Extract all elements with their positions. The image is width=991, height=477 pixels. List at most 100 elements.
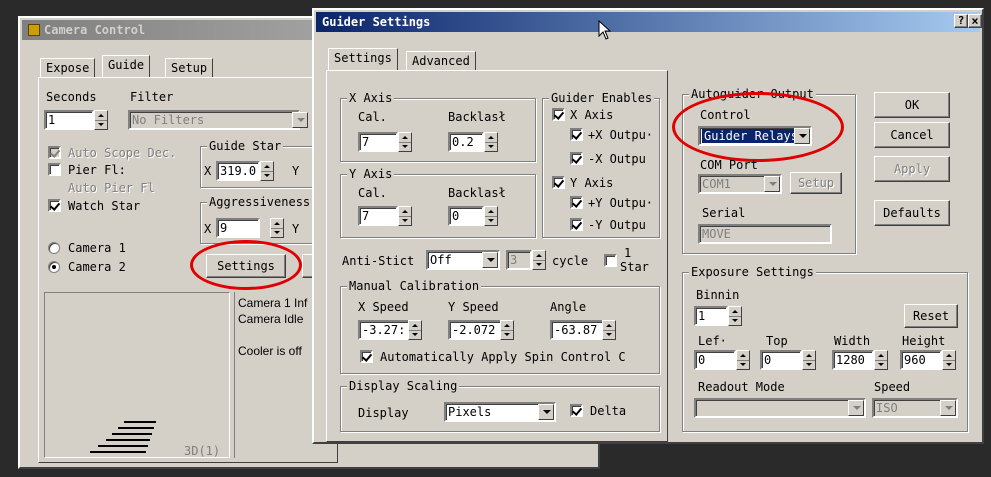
guide-x-spinner[interactable] — [260, 161, 274, 181]
x-backlash-spinner[interactable] — [484, 132, 498, 152]
tab-settings[interactable]: Settings — [328, 48, 398, 70]
guide-y-label: Y — [292, 164, 300, 178]
filter-select[interactable]: No Filters — [128, 110, 300, 130]
display-label: Display — [358, 406, 409, 420]
auto-spin-checkbox[interactable] — [360, 350, 373, 363]
com-port-dropdown-arrow[interactable] — [764, 176, 780, 192]
com-setup-button[interactable]: Setup — [790, 172, 842, 194]
angle-spinner[interactable] — [602, 320, 616, 340]
watch-star-checkbox[interactable] — [48, 199, 61, 212]
watch-star-label: Watch Star — [68, 199, 141, 213]
defaults-button[interactable]: Defaults — [874, 200, 950, 226]
y-backlash-spinner[interactable] — [484, 206, 498, 226]
height-input[interactable]: 960 — [900, 350, 942, 370]
tab-expose[interactable]: Expose — [40, 58, 96, 77]
enable-x-axis-label: X Axis — [570, 108, 614, 122]
camera1-label: Camera 1 — [68, 241, 126, 255]
x-speed-spinner[interactable] — [408, 320, 422, 340]
control-label: Control — [700, 108, 751, 122]
histogram-graphic — [90, 421, 156, 453]
tab-advanced[interactable]: Advanced — [406, 51, 476, 70]
pier-flip-label: Pier Fl: — [68, 163, 126, 177]
cancel-button[interactable]: Cancel — [874, 122, 950, 148]
auto-scope-dec-label: Auto Scope Dec. — [68, 146, 177, 160]
anti-stiction-dropdown-arrow[interactable] — [482, 252, 498, 268]
apply-button[interactable]: Apply — [874, 156, 950, 182]
display-dropdown-arrow[interactable] — [538, 404, 554, 420]
left-label: Lef· — [698, 334, 727, 348]
readout-mode-select[interactable] — [694, 398, 866, 418]
left-input[interactable]: 0 — [694, 350, 736, 370]
aggr-x-input[interactable]: 9 — [216, 218, 260, 238]
cycle-spinner[interactable] — [532, 250, 546, 270]
cycle-input[interactable]: 3 — [506, 250, 532, 270]
guide-x-input[interactable]: 319.0 — [216, 161, 260, 181]
help-button[interactable]: ? — [954, 14, 968, 28]
speed-dropdown-arrow[interactable] — [940, 400, 956, 416]
enable-plus-x-checkbox[interactable] — [570, 128, 583, 141]
angle-input[interactable]: -63.87 — [550, 320, 604, 340]
enable-minus-y-checkbox[interactable] — [570, 218, 583, 231]
close-button[interactable]: × — [968, 14, 982, 28]
x-cal-spinner[interactable] — [398, 132, 412, 152]
x-speed-input[interactable]: -3.27: — [358, 320, 412, 340]
y-cal-input[interactable]: 7 — [358, 206, 398, 226]
enable-minus-x-checkbox[interactable] — [570, 152, 583, 165]
top-input[interactable]: 0 — [760, 350, 802, 370]
one-star-label-1: 1 — [624, 246, 632, 260]
camera1-radio[interactable] — [48, 242, 60, 254]
aggr-y-label: Y — [292, 222, 300, 236]
enable-plus-y-checkbox[interactable] — [570, 196, 583, 209]
one-star-checkbox[interactable] — [604, 254, 617, 267]
auto-pier-flip-label: Auto Pier Fl — [68, 181, 155, 195]
ok-button[interactable]: OK — [874, 92, 950, 118]
left-spinner[interactable] — [736, 350, 750, 370]
x-cal-label: Cal. — [358, 110, 387, 124]
enable-plus-x-label: +X Outpu· — [588, 128, 654, 142]
binning-spinner[interactable] — [728, 306, 742, 326]
y-backlash-label: Backlasł — [448, 186, 506, 200]
status-line-1: Camera 1 Inf — [238, 296, 308, 310]
delta-checkbox[interactable] — [570, 404, 583, 417]
enable-y-axis-checkbox[interactable] — [552, 176, 565, 189]
enable-x-axis-checkbox[interactable] — [552, 108, 565, 121]
serial-input[interactable]: MOVE — [698, 224, 832, 244]
binning-label: Binnin — [696, 288, 740, 302]
settings-button[interactable]: Settings — [206, 254, 286, 278]
control-dropdown-arrow[interactable] — [794, 128, 810, 144]
seconds-input[interactable]: 1 — [44, 110, 94, 130]
width-spinner[interactable] — [874, 350, 888, 370]
y-speed-input[interactable]: -2.072 — [448, 320, 502, 340]
aggr-x-spinner[interactable] — [270, 218, 284, 238]
filter-dropdown-arrow[interactable] — [292, 112, 308, 128]
x-speed-label: X Speed — [358, 300, 409, 314]
auto-scope-dec-checkbox[interactable] — [48, 146, 61, 159]
delta-label: Delta — [590, 404, 627, 418]
y-speed-spinner[interactable] — [500, 320, 514, 340]
tab-setup[interactable]: Setup — [165, 58, 214, 77]
x-cal-input[interactable]: 7 — [358, 132, 398, 152]
status-line-2: Camera Idle — [238, 312, 304, 326]
camera2-radio[interactable] — [48, 261, 60, 273]
x-backlash-input[interactable]: 0.2 — [448, 132, 484, 152]
enable-minus-x-label: -X Outpu — [588, 152, 646, 166]
top-label: Top — [766, 334, 788, 348]
speed-label: Speed — [874, 380, 911, 394]
tab-guide[interactable]: Guide — [102, 55, 151, 77]
y-cal-spinner[interactable] — [398, 206, 412, 226]
pier-flip-checkbox[interactable] — [48, 163, 61, 176]
x-axis-group: X Axis — [340, 91, 536, 162]
binning-input[interactable]: 1 — [694, 306, 728, 326]
y-backlash-input[interactable]: 0 — [448, 206, 484, 226]
guider-settings-titlebar[interactable]: Guider Settings — [316, 12, 980, 32]
reset-button[interactable]: Reset — [904, 304, 958, 328]
readout-mode-dropdown-arrow[interactable] — [848, 400, 864, 416]
enable-minus-y-label: -Y Outpu — [588, 218, 646, 232]
guide-x-label: X — [204, 164, 212, 178]
seconds-spinner[interactable] — [94, 110, 108, 130]
com-port-label: COM Port — [700, 158, 758, 172]
height-spinner[interactable] — [942, 350, 956, 370]
top-spinner[interactable] — [802, 350, 816, 370]
width-input[interactable]: 1280 — [832, 350, 874, 370]
mouse-cursor-icon — [598, 20, 612, 40]
